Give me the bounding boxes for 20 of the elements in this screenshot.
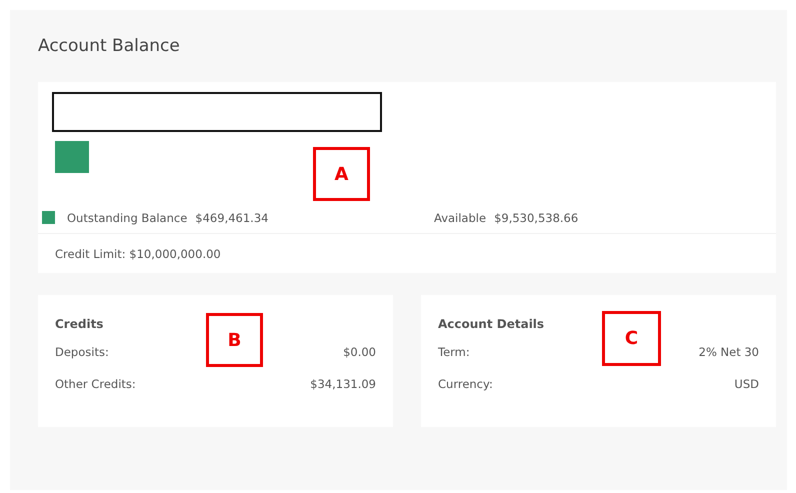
row-value: 2% Net 30 — [698, 345, 759, 359]
card-title: Credits — [55, 317, 104, 331]
legend-label: Outstanding Balance — [67, 210, 188, 224]
row-label: Currency: — [438, 377, 493, 391]
legend-amount: $9,530,538.66 — [494, 210, 578, 224]
row-label: Other Credits: — [55, 377, 136, 391]
row-value: $0.00 — [343, 345, 376, 359]
credit-limit-text: Credit Limit: $10,000,000.00 — [55, 247, 221, 261]
row-label: Deposits: — [55, 345, 109, 359]
callout-label: A — [313, 147, 370, 201]
card-title: Account Details — [438, 317, 546, 331]
row-value: USD — [734, 377, 759, 391]
callout-label: B — [206, 313, 263, 367]
balance-bar-segment — [55, 141, 89, 173]
page-title: Account Balance — [38, 36, 181, 56]
row-label: Term: — [438, 345, 470, 359]
callout-label: C — [602, 311, 661, 366]
legend-amount: $469,461.34 — [195, 210, 268, 224]
legend-label: Available — [434, 210, 486, 224]
row-value: $34,131.09 — [310, 377, 376, 391]
